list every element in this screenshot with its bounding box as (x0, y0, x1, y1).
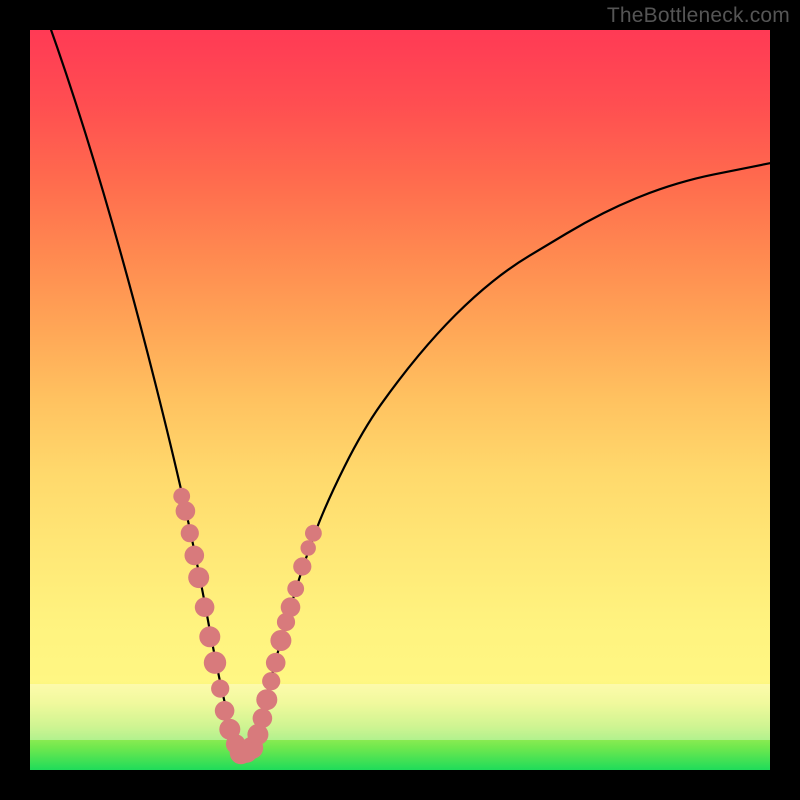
curve-marker (262, 672, 280, 690)
curve-marker (215, 701, 235, 721)
curve-marker (270, 630, 291, 651)
curve-marker (199, 626, 220, 647)
curve-markers (173, 488, 321, 764)
curve-marker (204, 652, 226, 674)
watermark-label: TheBottleneck.com (607, 4, 790, 28)
curve-marker (287, 580, 304, 597)
curve-marker (301, 540, 316, 555)
curve-marker (176, 501, 196, 521)
curve-marker (256, 689, 277, 710)
curve-svg (30, 30, 770, 770)
curve-marker (185, 546, 205, 566)
bottleneck-curve (30, 0, 770, 752)
curve-marker (181, 524, 199, 542)
curve-marker (195, 597, 215, 617)
curve-marker (266, 653, 286, 673)
curve-marker (188, 567, 209, 588)
curve-marker (281, 597, 301, 617)
chart-stage: TheBottleneck.com (0, 0, 800, 800)
plot-area (30, 30, 770, 770)
curve-marker (293, 557, 311, 575)
curve-marker (253, 708, 273, 728)
curve-marker (305, 525, 322, 542)
curve-marker (211, 680, 229, 698)
